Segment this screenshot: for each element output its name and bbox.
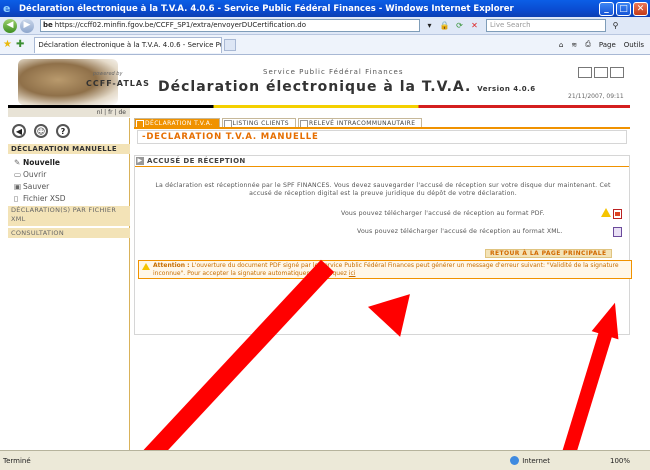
app-title: Déclaration électronique à la T.V.A. Ver… — [158, 79, 536, 95]
dropdown-icon[interactable]: ▾ — [424, 20, 435, 31]
url-field[interactable]: be https://ccff02.minfin.fgov.be/CCFF_SP… — [40, 19, 420, 32]
back-button[interactable]: ◀ — [3, 18, 17, 33]
web-page: powered by CCFF-ATLAS Service Public Féd… — [0, 56, 650, 470]
powered-by: powered by — [93, 71, 123, 77]
address-bar: ◀ ▶ be https://ccff02.minfin.fgov.be/CCF… — [0, 17, 650, 35]
back-circle-icon[interactable]: ◀ — [12, 124, 26, 138]
zone-label: Internet — [522, 456, 550, 465]
ccff-logo: CCFF-ATLAS — [86, 79, 150, 88]
section-arrow-icon[interactable]: ▶ — [136, 157, 144, 165]
maximize-button[interactable]: □ — [616, 1, 631, 16]
minimize-button[interactable]: _ — [599, 1, 614, 16]
tab-declaration-tva[interactable]: DÉCLARATION T.V.A. — [134, 118, 220, 128]
refresh-icon[interactable]: ⟳ — [454, 20, 465, 31]
sidebar-heading: DÉCLARATION MANUELLE — [8, 144, 130, 154]
status-bar: Terminé Internet 100% — [0, 450, 650, 470]
section-title-text: ACCUSÉ DE RÉCEPTION — [147, 157, 246, 165]
sidebar-item-nouvelle[interactable]: ✎ Nouvelle — [14, 158, 60, 167]
attention-link[interactable]: ici — [349, 270, 356, 277]
sidebar-icons: ◀ ☺ ? — [12, 124, 78, 138]
layout-icon-2[interactable] — [594, 67, 608, 78]
layout-switcher — [576, 67, 624, 78]
new-tab-button[interactable] — [224, 38, 237, 51]
search-icon[interactable]: ⚲ — [610, 20, 621, 31]
feeds-icon[interactable]: ≋ — [571, 41, 577, 49]
user-circle-icon[interactable]: ☺ — [34, 124, 48, 138]
url-text: https://ccff02.minfin.fgov.be/CCFF_SP1/e… — [54, 21, 306, 29]
tab-releve-intracommunautaire[interactable]: RELEVÉ INTRACOMMUNAUTAIRE — [297, 118, 423, 128]
home-icon[interactable]: ⌂ — [559, 41, 563, 49]
pdf-download-icon[interactable] — [613, 209, 622, 219]
browser-tab[interactable]: Déclaration électronique à la T.V.A. 4.0… — [34, 36, 223, 53]
sidebar-cat-consultation[interactable]: CONSULTATION — [8, 228, 130, 238]
print-icon[interactable]: ⎙ — [585, 40, 591, 49]
sidebar-item-label: Sauver — [23, 182, 50, 191]
command-bar: ⌂ ≋ ⎙ Page Outils — [551, 40, 644, 49]
close-button[interactable]: ✕ — [633, 1, 648, 16]
sidebar-cat-xml[interactable]: DÉCLARATION(S) PAR FICHIER XML — [8, 206, 130, 226]
save-icon: ▣ — [14, 182, 22, 191]
tab-listing-clients[interactable]: LISTING CLIENTS — [221, 118, 296, 128]
status-text: Terminé — [3, 456, 31, 465]
window-titlebar: e Déclaration électronique à la T.V.A. 4… — [0, 0, 650, 17]
stop-icon[interactable]: ✕ — [469, 20, 480, 31]
page-menu[interactable]: Page — [599, 41, 616, 49]
layout-icon-3[interactable] — [610, 67, 624, 78]
globe-icon — [510, 456, 520, 465]
sidebar-item-sauver[interactable]: ▣ Sauver — [14, 182, 49, 191]
app-title-text: Déclaration électronique à la T.V.A. — [158, 79, 472, 95]
service-name: Service Public Fédéral Finances — [263, 68, 404, 76]
manual-header: -DECLARATION T.V.A. MANUELLE — [137, 130, 627, 144]
help-circle-icon[interactable]: ? — [56, 124, 70, 138]
section-title: ▶ ACCUSÉ DE RÉCEPTION — [135, 156, 629, 167]
date-label: 21/11/2007, 09:11 — [568, 93, 624, 100]
ie-logo-icon: e — [3, 1, 11, 15]
sidebar-item-fichier-xsd[interactable]: ▯ Fichier XSD — [14, 194, 66, 203]
forward-button[interactable]: ▶ — [20, 18, 34, 33]
download-pdf-text: Vous pouvez télécharger l'accusé de réce… — [341, 210, 545, 217]
tools-menu[interactable]: Outils — [624, 41, 644, 49]
warning-icon — [601, 208, 611, 217]
domain-badge: be — [43, 21, 53, 29]
sidebar-item-label: Ouvrir — [23, 170, 47, 179]
folder-icon: ▭ — [14, 170, 22, 179]
receipt-message: La déclaration est réceptionnée par le S… — [155, 182, 611, 197]
lock-icon[interactable]: 🔒 — [439, 20, 450, 31]
file-icon: ▯ — [14, 194, 19, 203]
favorites-star-icon[interactable]: ★ — [3, 39, 12, 50]
pencil-icon: ✎ — [14, 158, 21, 167]
browser-tabbar: ★ ✚ Déclaration électronique à la T.V.A.… — [0, 35, 650, 55]
language-selector[interactable]: nl | fr | de — [8, 108, 130, 117]
security-zone: Internet — [510, 456, 550, 465]
attention-label: Attention : — [153, 262, 190, 269]
add-favorites-icon[interactable]: ✚ — [16, 39, 24, 50]
return-main-page-button[interactable]: RETOUR À LA PAGE PRINCIPALE — [485, 249, 612, 258]
layout-icon-1[interactable] — [578, 67, 592, 78]
tab-underline — [134, 127, 630, 129]
attention-warning-icon — [142, 263, 150, 270]
zoom-level[interactable]: 100% — [610, 457, 630, 465]
search-input[interactable]: Live Search — [486, 19, 606, 32]
app-banner: powered by CCFF-ATLAS Service Public Féd… — [8, 59, 630, 105]
attention-box: Attention : L'ouverture du document PDF … — [138, 260, 632, 279]
version-label: Version 4.0.6 — [477, 85, 536, 93]
download-xml-text: Vous pouvez télécharger l'accusé de réce… — [357, 228, 563, 235]
sidebar: ◀ ☺ ? DÉCLARATION MANUELLE ✎ Nouvelle ▭ Ou… — [8, 118, 130, 450]
attention-text: L'ouverture du document PDF signé par le… — [153, 262, 619, 277]
xml-download-icon[interactable] — [613, 227, 622, 237]
sidebar-item-label: Fichier XSD — [23, 194, 66, 203]
sidebar-item-label: Nouvelle — [23, 158, 60, 167]
sidebar-item-ouvrir[interactable]: ▭ Ouvrir — [14, 170, 46, 179]
window-title: Déclaration électronique à la T.V.A. 4.0… — [19, 3, 514, 14]
content-tabs: DÉCLARATION T.V.A. LISTING CLIENTS RELEV… — [134, 118, 424, 128]
